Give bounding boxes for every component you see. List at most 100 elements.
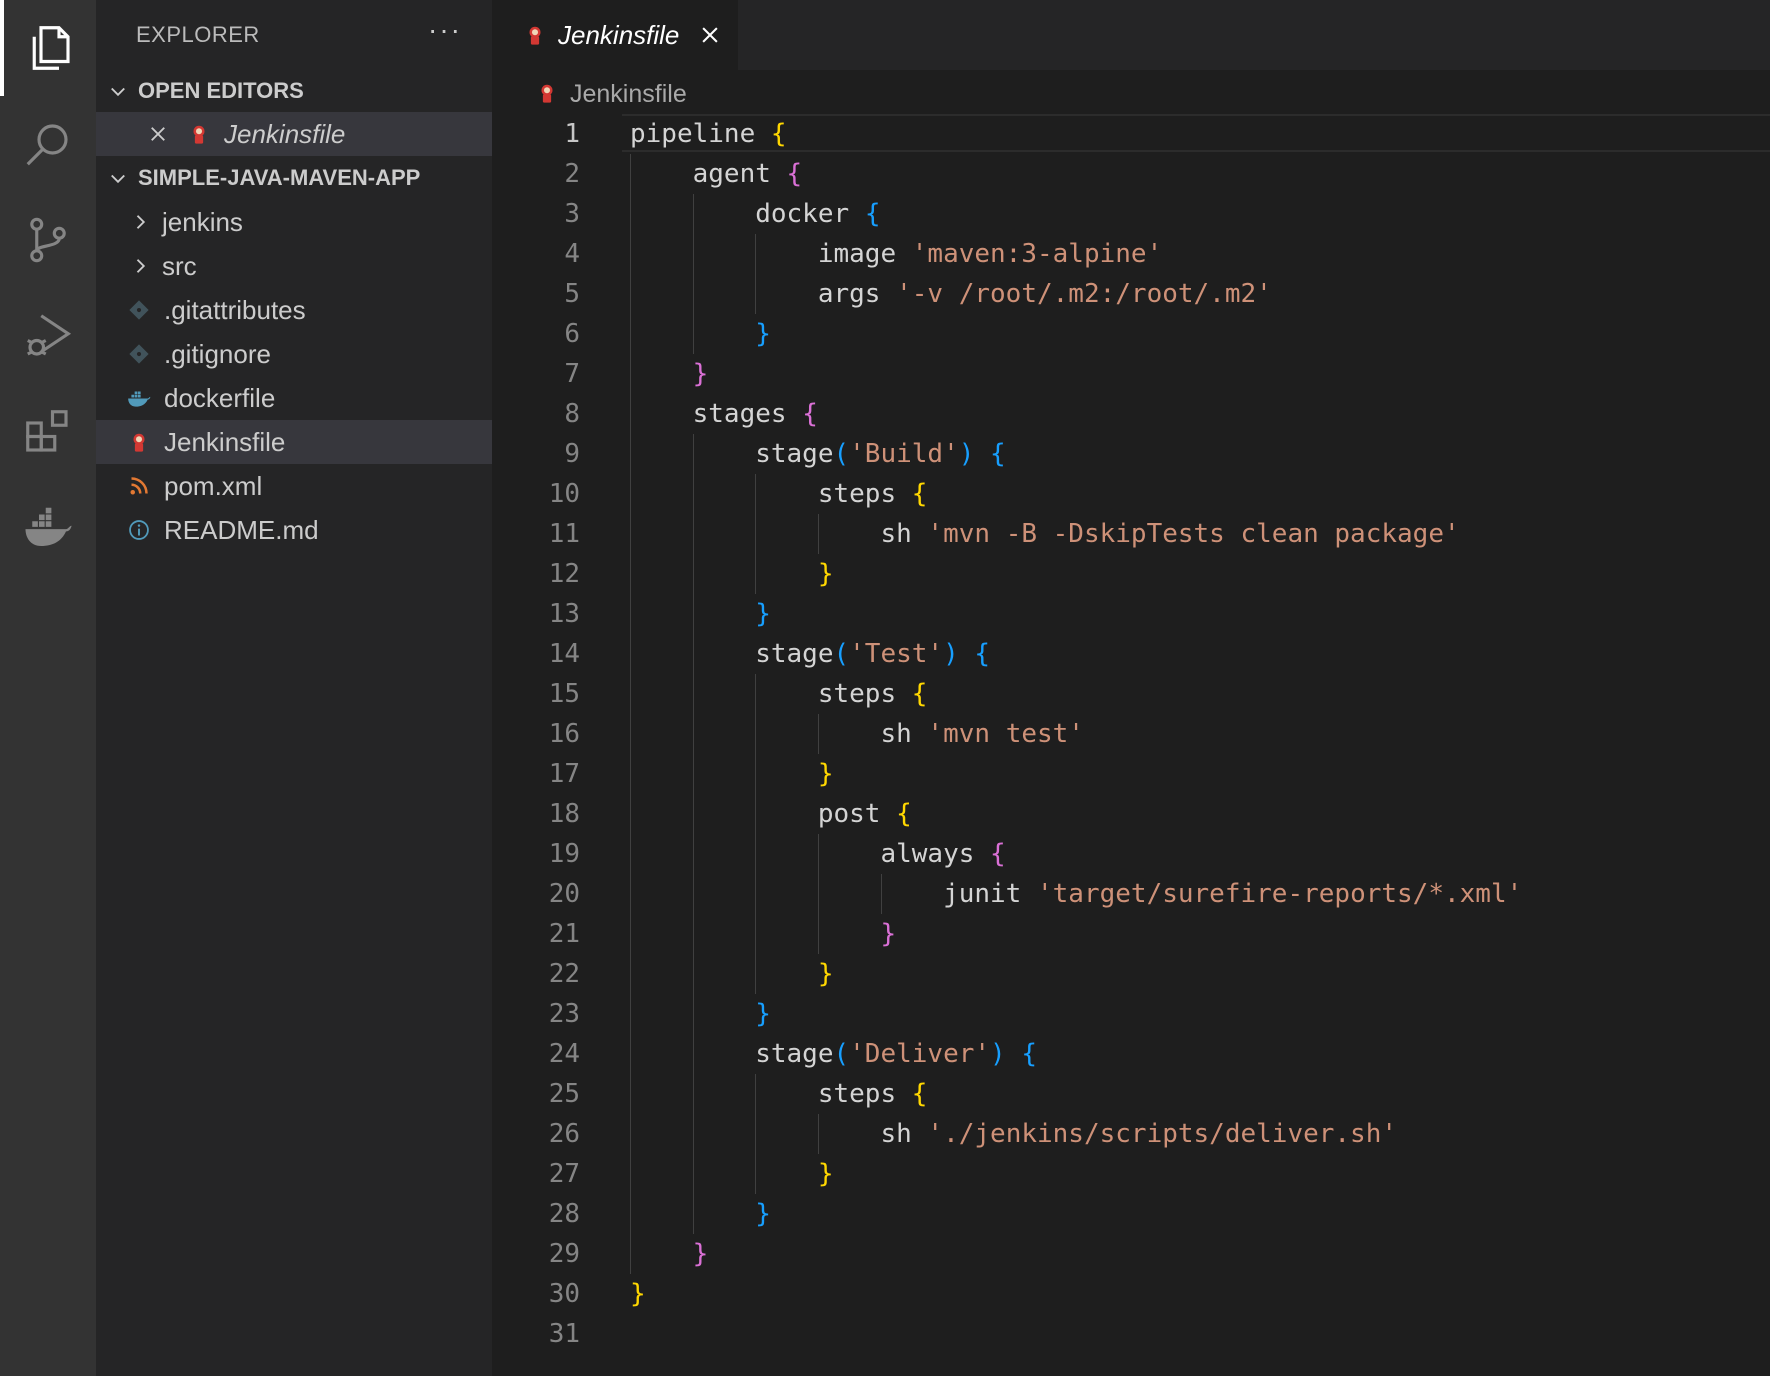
indent-guide <box>692 1114 694 1154</box>
more-actions-icon[interactable]: ··· <box>428 14 462 46</box>
code-line[interactable]: } <box>630 1234 709 1274</box>
line-number: 20 <box>548 879 580 909</box>
indent-guide <box>817 714 819 754</box>
code-token: sh <box>630 719 928 749</box>
indent-guide <box>692 1154 694 1194</box>
tree-item-src[interactable]: src <box>96 244 492 288</box>
close-icon[interactable] <box>699 24 721 46</box>
tree-item-jenkinsfile[interactable]: Jenkinsfile <box>96 420 492 464</box>
code-line[interactable]: steps { <box>630 674 928 714</box>
code-token: args <box>630 279 897 309</box>
code-line[interactable]: } <box>630 994 771 1034</box>
tab-jenkinsfile[interactable]: Jenkinsfile <box>492 0 738 70</box>
indent-guide <box>692 834 694 874</box>
indent-guide <box>755 714 757 754</box>
code-token: { <box>864 199 881 229</box>
code-token: } <box>817 959 834 989</box>
chevron-down-icon <box>111 87 125 97</box>
indent-guide <box>630 1154 631 1194</box>
project-section[interactable]: SIMPLE-JAVA-MAVEN-APP <box>96 156 492 200</box>
tree-item-jenkins[interactable]: jenkins <box>96 200 492 244</box>
docker-icon[interactable] <box>0 480 96 576</box>
indent-guide <box>755 1154 757 1194</box>
tree-item-gitignore[interactable]: .gitignore <box>96 332 492 376</box>
tree-item-readme[interactable]: README.md <box>96 508 492 552</box>
code-line[interactable]: steps { <box>630 1074 928 1114</box>
indent-guide <box>630 994 631 1034</box>
explorer-icon[interactable] <box>0 0 96 96</box>
indent-guide <box>755 954 757 994</box>
chevron-right-icon <box>136 215 146 229</box>
indent-guide <box>630 594 631 634</box>
source-control-icon[interactable] <box>0 192 96 288</box>
code-token: } <box>817 1159 834 1189</box>
code-line[interactable]: } <box>630 354 709 394</box>
tree-item-dockerfile[interactable]: dockerfile <box>96 376 492 420</box>
indent-guide <box>630 514 631 554</box>
close-icon[interactable] <box>148 124 168 144</box>
line-number: 6 <box>564 319 580 349</box>
code-line[interactable]: stage('Test') { <box>630 634 990 674</box>
line-number: 3 <box>564 199 580 229</box>
code-line[interactable]: stage('Build') { <box>630 434 1005 474</box>
code-line[interactable]: } <box>630 594 771 634</box>
indent-guide <box>630 634 631 674</box>
code-line[interactable]: } <box>630 914 896 954</box>
code-line[interactable]: } <box>630 554 834 594</box>
run-debug-icon[interactable] <box>0 288 96 384</box>
line-number: 12 <box>548 559 580 589</box>
code-line[interactable]: stages { <box>630 394 818 434</box>
indent-guide <box>692 794 694 834</box>
line-number: 14 <box>548 639 580 669</box>
code-line[interactable]: steps { <box>630 474 928 514</box>
indent-guide <box>817 514 819 554</box>
indent-guide <box>817 874 819 914</box>
code-line[interactable]: image 'maven:3-alpine' <box>630 234 1162 274</box>
indent-guide <box>692 474 694 514</box>
jenkins-icon <box>126 429 152 455</box>
code-line[interactable]: args '-v /root/.m2:/root/.m2' <box>630 274 1272 314</box>
code-line[interactable]: pipeline { <box>630 114 787 154</box>
indent-guide <box>817 1114 819 1154</box>
line-number: 15 <box>548 679 580 709</box>
code-line[interactable]: stage('Deliver') { <box>630 1034 1037 1074</box>
line-number: 10 <box>548 479 580 509</box>
indent-guide <box>755 1074 757 1114</box>
line-number: 18 <box>548 799 580 829</box>
code-token: } <box>755 1199 771 1229</box>
code-line[interactable]: sh 'mvn test' <box>630 714 1084 754</box>
indent-guide <box>692 954 694 994</box>
extensions-icon[interactable] <box>0 384 96 480</box>
code-token: { <box>896 799 912 829</box>
code-line[interactable]: } <box>630 1154 834 1194</box>
line-number: 11 <box>548 519 580 549</box>
open-editors-section[interactable]: OPEN EDITORS <box>96 69 492 113</box>
code-token: stage <box>630 1039 834 1069</box>
indent-guide <box>755 514 757 554</box>
search-icon[interactable] <box>0 96 96 192</box>
line-number: 23 <box>548 999 580 1029</box>
code-line[interactable]: } <box>630 754 834 794</box>
code-token: stage <box>630 439 834 469</box>
code-line[interactable]: agent { <box>630 154 803 194</box>
code-line[interactable]: } <box>630 314 771 354</box>
code-line[interactable]: } <box>630 954 834 994</box>
code-line[interactable]: sh './jenkins/scripts/deliver.sh' <box>630 1114 1397 1154</box>
indent-guide <box>817 834 819 874</box>
indent-guide <box>630 914 631 954</box>
code-token: post <box>630 799 897 829</box>
code-line[interactable]: } <box>630 1194 771 1234</box>
jenkins-icon <box>536 82 560 106</box>
code-line[interactable]: post { <box>630 794 912 834</box>
breadcrumb[interactable]: Jenkinsfile <box>536 74 687 114</box>
explorer-title: EXPLORER <box>136 22 260 47</box>
tree-item-gitattributes[interactable]: .gitattributes <box>96 288 492 332</box>
open-editor-item[interactable]: Jenkinsfile <box>96 112 492 156</box>
code-editor[interactable]: 1 pipeline {2 agent {3 docker {4 image 'm… <box>492 114 1770 1376</box>
tree-item-pom[interactable]: pom.xml <box>96 464 492 508</box>
code-line[interactable]: } <box>630 1274 646 1314</box>
indent-guide <box>630 1074 631 1114</box>
code-line[interactable]: docker { <box>630 194 880 234</box>
code-line[interactable]: junit 'target/surefire-reports/*.xml' <box>630 874 1522 914</box>
